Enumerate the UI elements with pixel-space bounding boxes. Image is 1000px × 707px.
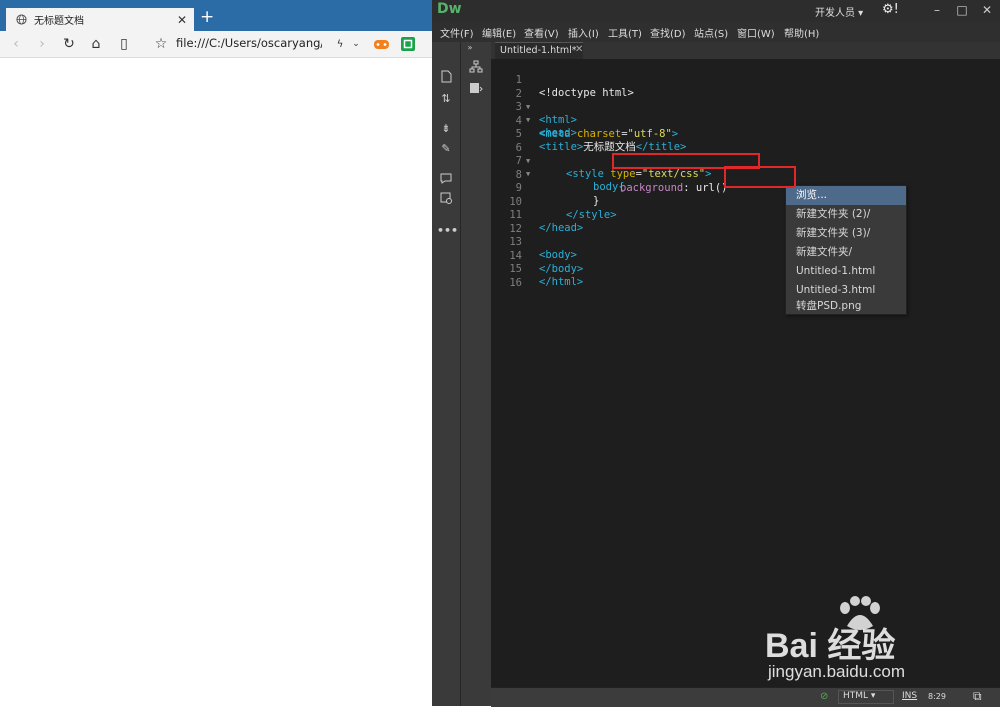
autocomplete-item[interactable]: 新建文件夹 (3)/ xyxy=(786,224,906,243)
insert-mode[interactable]: INS xyxy=(902,691,917,701)
code-line: 14 </body> xyxy=(491,237,1000,275)
menu-find[interactable]: 查找(D) xyxy=(650,25,686,40)
code-line: 12 xyxy=(491,210,1000,235)
close-tab-icon[interactable]: ✕ xyxy=(177,14,187,26)
line-number: 16 xyxy=(509,276,522,289)
dw-status-bar: ⊘ HTML ▾ INS 8:29 ⧉ xyxy=(491,687,1000,707)
sort-icon[interactable]: ⇅ xyxy=(437,90,455,108)
collapse-icon[interactable]: ⇟ xyxy=(437,120,455,138)
menu-tools[interactable]: 工具(T) xyxy=(608,25,642,40)
menu-edit[interactable]: 编辑(E) xyxy=(482,25,516,40)
autocomplete-item-browse[interactable]: 浏览... xyxy=(786,186,906,205)
home-icon[interactable]: ⌂ xyxy=(87,35,105,53)
back-icon[interactable]: ‹ xyxy=(7,35,25,53)
workspace-switcher[interactable]: 开发人员 ▾ xyxy=(815,4,863,19)
format-icon[interactable] xyxy=(437,192,455,210)
close-window-icon[interactable]: ✕ xyxy=(977,0,997,20)
dw-logo: Dw xyxy=(437,1,462,17)
menu-window[interactable]: 窗口(W) xyxy=(737,25,775,40)
dw-menu-bar: 文件(F) 编辑(E) 查看(V) 插入(I) 工具(T) 查找(D) 站点(S… xyxy=(432,22,1000,42)
autocomplete-item[interactable]: Untitled-3.html xyxy=(786,281,906,300)
menu-view[interactable]: 查看(V) xyxy=(524,25,559,40)
globe-icon xyxy=(16,14,27,25)
dw-title-bar: Dw 开发人员 ▾ ⚙! – □ ✕ xyxy=(432,0,1000,22)
code-text: </html> xyxy=(539,276,584,288)
autocomplete-item[interactable]: 转盘PSD.png xyxy=(786,299,906,314)
comment-icon[interactable] xyxy=(437,172,455,190)
snippets-icon[interactable] xyxy=(467,82,485,100)
forward-icon[interactable]: › xyxy=(33,35,51,53)
autocomplete-item[interactable]: 新建文件夹 (2)/ xyxy=(786,205,906,224)
watermark-url: jingyan.baidu.com xyxy=(768,662,906,681)
code-line: 1 <!doctype html> xyxy=(491,61,1000,99)
menu-insert[interactable]: 插入(I) xyxy=(568,25,599,40)
browser-window: 无标题文档 ✕ + ‹ › ↻ ⌂ ▯ ☆ file:///C:/Users/o… xyxy=(0,0,432,706)
refresh-icon[interactable]: ↻ xyxy=(60,35,78,53)
brush-icon[interactable]: ✎ xyxy=(437,140,455,158)
more-options-icon[interactable]: ••• xyxy=(437,222,458,240)
minimize-icon[interactable]: – xyxy=(927,0,947,20)
browser-toolbar: ‹ › ↻ ⌂ ▯ ☆ file:///C:/Users/oscaryang/D… xyxy=(0,31,432,58)
close-document-icon[interactable]: ✕ xyxy=(575,44,583,55)
baidu-watermark: Bai 经验 jingyan.baidu.com xyxy=(765,596,995,690)
cursor-position: 8:29 xyxy=(928,692,946,701)
document-tab-label: Untitled-1.html* xyxy=(500,45,577,56)
doc-type-label: HTML xyxy=(843,691,869,701)
menu-file[interactable]: 文件(F) xyxy=(440,25,474,40)
code-line: 5 <title>无标题文档</title> xyxy=(491,115,1000,153)
extension-icon[interactable] xyxy=(399,35,417,53)
reading-view-icon[interactable]: ▯ xyxy=(115,35,133,53)
autocomplete-item[interactable]: 新建文件夹/ xyxy=(786,243,906,262)
workspace-label: 开发人员 xyxy=(815,8,855,19)
favorite-star-icon[interactable]: ☆ xyxy=(152,35,170,53)
doc-type-select[interactable]: HTML ▾ xyxy=(838,690,894,704)
preview-icon[interactable]: ⧉ xyxy=(973,689,982,704)
dw-toolbar-left: ⇅ ⇟ ✎ ••• xyxy=(432,42,461,706)
dw-toolbar-panel: » xyxy=(461,42,492,706)
code-line: 16 xyxy=(491,264,1000,289)
browser-tab-title: 无标题文档 xyxy=(34,16,84,27)
code-line: 15 </html> xyxy=(491,250,1000,288)
browser-tab-strip: 无标题文档 ✕ + xyxy=(0,0,432,31)
watermark-brand: Bai 经验 xyxy=(765,627,896,665)
gamepad-icon[interactable] xyxy=(372,35,390,53)
code-editor[interactable]: 1 <!doctype html> 2 ▼ <html> 3 ▼ <head> … xyxy=(491,59,1000,687)
chevron-down-icon[interactable]: ⌄ xyxy=(347,35,365,53)
maximize-icon[interactable]: □ xyxy=(952,0,972,20)
highlight-box-browse xyxy=(724,166,796,188)
new-tab-icon[interactable]: + xyxy=(200,7,214,27)
menu-help[interactable]: 帮助(H) xyxy=(784,25,819,40)
autocomplete-item[interactable]: Untitled-1.html xyxy=(786,262,906,281)
code-line: 13 <body> xyxy=(491,223,1000,261)
autocomplete-menu: 浏览... 新建文件夹 (2)/ 新建文件夹 (3)/ 新建文件夹/ Untit… xyxy=(785,185,907,315)
code-line: 2 ▼ <html> xyxy=(491,75,1000,126)
browser-tab[interactable]: 无标题文档 ✕ xyxy=(6,8,194,31)
menu-site[interactable]: 站点(S) xyxy=(694,25,728,40)
no-errors-icon: ⊘ xyxy=(820,691,829,702)
document-tab[interactable]: Untitled-1.html* ✕ xyxy=(495,42,583,60)
code-line: 6 ▼ <style type="text/css"> xyxy=(491,129,1000,180)
code-line: 4 <meta charset="utf-8"> xyxy=(491,102,1000,140)
dom-tree-icon[interactable] xyxy=(467,60,485,78)
code-line: 3 ▼ <head> xyxy=(491,88,1000,139)
address-bar[interactable]: file:///C:/Users/oscaryang/De xyxy=(176,36,322,50)
expand-panel-icon[interactable]: » xyxy=(461,39,479,57)
new-document-icon[interactable] xyxy=(437,70,455,88)
code-line: 11 </head> xyxy=(491,196,1000,234)
gear-icon[interactable]: ⚙! xyxy=(882,2,899,17)
